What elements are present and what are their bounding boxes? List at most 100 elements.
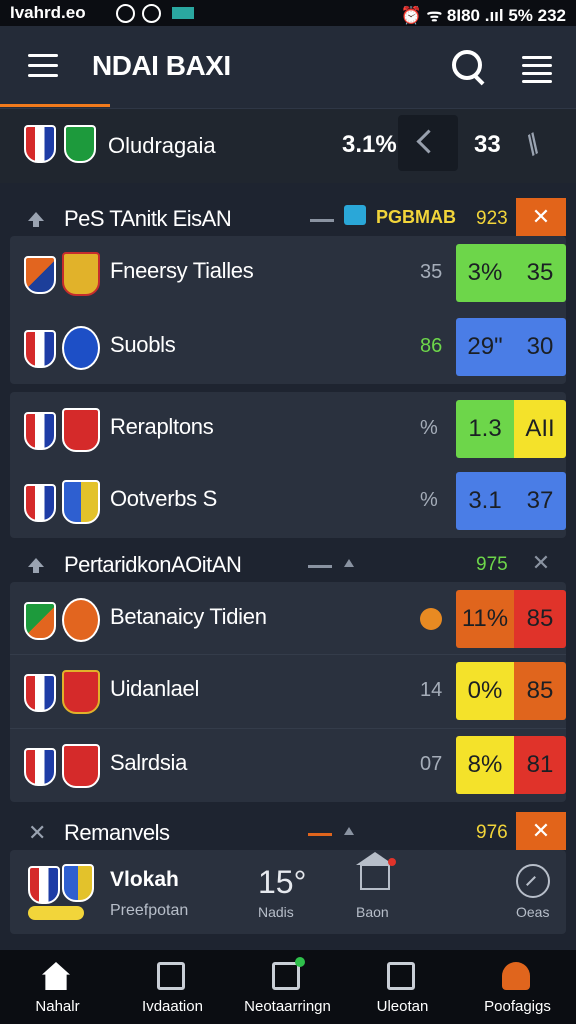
bottom-match-big: 15° bbox=[258, 864, 307, 900]
match-card: Fneersy Tialles 35 3% 35 Suobls 86 29" 3… bbox=[10, 236, 566, 384]
close-button[interactable]: ✕ bbox=[516, 198, 566, 236]
odds-button[interactable]: AII bbox=[514, 400, 566, 458]
odds-button[interactable]: 11% bbox=[456, 590, 514, 648]
whatsapp-icon bbox=[142, 4, 161, 23]
odds-button[interactable]: 0% bbox=[456, 662, 514, 720]
odds-group: 11% 85 bbox=[456, 590, 566, 648]
menu-icon[interactable] bbox=[28, 54, 58, 78]
search-icon[interactable] bbox=[452, 50, 482, 80]
nav-item-2[interactable]: Ivdaation bbox=[115, 950, 230, 1024]
match-name: Uidanlael bbox=[110, 676, 200, 701]
odds-button[interactable]: 30 bbox=[514, 318, 566, 376]
match-name: Rerapltons bbox=[110, 414, 214, 439]
odds-button[interactable]: 29" bbox=[456, 318, 514, 376]
schedule-icon bbox=[157, 962, 185, 990]
nav-item-3[interactable]: Neotaarringn bbox=[230, 950, 345, 1024]
odds-button[interactable]: 1.3 bbox=[456, 400, 514, 458]
match-count: 86 bbox=[420, 335, 443, 357]
odds-button[interactable]: 85 bbox=[514, 590, 566, 648]
section-number: 976 bbox=[476, 822, 508, 843]
bottom-match-sub: Preefpotan bbox=[110, 902, 189, 919]
back-button[interactable] bbox=[398, 115, 458, 171]
app-bar: NDAI BAXI bbox=[0, 26, 576, 108]
clock-icon[interactable] bbox=[516, 864, 550, 898]
featured-match-number: 33 bbox=[474, 131, 501, 158]
list-icon[interactable] bbox=[522, 56, 552, 88]
nav-label: Neotaarringn bbox=[244, 998, 331, 1015]
odds-group: 3.1 37 bbox=[456, 472, 566, 530]
team-crest-icon bbox=[62, 252, 100, 296]
section-flag-text: PGBMAB bbox=[376, 207, 456, 227]
match-name: Salrdsia bbox=[110, 750, 188, 775]
match-row[interactable]: Fneersy Tialles 35 3% 35 bbox=[10, 236, 566, 312]
close-button[interactable]: ✕ bbox=[516, 544, 566, 582]
match-row[interactable]: Salrdsia 07 8% 81 bbox=[10, 728, 566, 804]
app-notification-icon bbox=[172, 7, 194, 19]
match-row[interactable]: Betanaicy Tidien 11% 85 bbox=[10, 582, 566, 658]
featured-match-bar[interactable]: Oludragaia 3.1% 33 ⫽ bbox=[0, 108, 576, 183]
team-crest-icon bbox=[62, 864, 94, 902]
odds-group: 29" 30 bbox=[456, 318, 566, 376]
edit-icon bbox=[272, 957, 305, 990]
team-crest-icon bbox=[28, 866, 60, 904]
section-title: Remanvels bbox=[64, 820, 170, 845]
dash-icon bbox=[308, 565, 332, 568]
profile-icon bbox=[502, 962, 530, 990]
match-row[interactable]: Ootverbs S % 3.1 37 bbox=[10, 464, 566, 540]
bottom-label: Nadis bbox=[258, 904, 294, 920]
odds-group: 3% 35 bbox=[456, 244, 566, 302]
live-icon bbox=[420, 608, 442, 630]
nav-label: Ivdaation bbox=[142, 998, 203, 1015]
odds-button[interactable]: 8% bbox=[456, 736, 514, 794]
nav-label: Uleotan bbox=[376, 998, 429, 1015]
player-avatar bbox=[62, 408, 100, 452]
nav-item-home[interactable]: Nahalr bbox=[0, 950, 115, 1024]
team-crest-icon bbox=[24, 748, 56, 786]
team-crest-icon bbox=[24, 125, 56, 163]
section-title: PeS TAnitk EisAN bbox=[64, 206, 232, 231]
player-avatar bbox=[62, 670, 100, 714]
bottom-label: Oeas bbox=[516, 904, 550, 920]
team-crest-icon bbox=[24, 330, 56, 368]
active-tab-indicator bbox=[0, 104, 110, 107]
match-card: Betanaicy Tidien 11% 85 Uidanlael 14 0% … bbox=[10, 582, 566, 802]
home-icon[interactable] bbox=[356, 852, 396, 890]
odds-button[interactable]: 3.1 bbox=[456, 472, 514, 530]
chevron-left-icon bbox=[416, 129, 441, 154]
match-count: % bbox=[420, 489, 438, 511]
close-button[interactable]: ✕ bbox=[516, 812, 566, 850]
match-row[interactable]: Rerapltons % 1.3 AII bbox=[10, 392, 566, 468]
dash-icon bbox=[310, 219, 334, 222]
flag-icon bbox=[344, 205, 366, 225]
collapse-arrow-icon[interactable] bbox=[28, 558, 44, 573]
team-crest-icon bbox=[24, 412, 56, 450]
odds-button[interactable]: 81 bbox=[514, 736, 566, 794]
team-crest-icon bbox=[62, 598, 100, 642]
odds-button[interactable]: 37 bbox=[514, 472, 566, 530]
app-title: NDAI BAXI bbox=[92, 50, 231, 81]
team-crest-icon bbox=[24, 484, 56, 522]
match-row[interactable]: Suobls 86 29" 30 bbox=[10, 310, 566, 386]
odds-button[interactable]: 85 bbox=[514, 662, 566, 720]
nav-item-5[interactable]: Poofagigs bbox=[460, 950, 575, 1024]
team-crest-icon bbox=[62, 480, 100, 524]
home-icon bbox=[42, 962, 70, 990]
bottom-match-card[interactable]: Vlokah Preefpotan 15° Nadis Baon Oeas bbox=[10, 850, 566, 934]
match-count: 07 bbox=[420, 753, 443, 775]
collapse-arrow-icon[interactable] bbox=[28, 212, 44, 227]
featured-match-name: Oludragaia bbox=[108, 133, 216, 158]
player-avatar bbox=[62, 744, 100, 788]
stats-icon[interactable]: ⫽ bbox=[521, 128, 547, 162]
sort-icon bbox=[344, 827, 354, 835]
match-count: 14 bbox=[420, 679, 443, 701]
notification-icon bbox=[116, 4, 135, 23]
odds-button[interactable]: 35 bbox=[514, 244, 566, 302]
nav-item-4[interactable]: Uleotan bbox=[345, 950, 460, 1024]
match-card: Rerapltons % 1.3 AII Ootverbs S % 3.1 37 bbox=[10, 392, 566, 538]
odds-group: 1.3 AII bbox=[456, 400, 566, 458]
match-row[interactable]: Uidanlael 14 0% 85 bbox=[10, 654, 566, 730]
odds-button[interactable]: 3% bbox=[456, 244, 514, 302]
team-crest-icon bbox=[24, 602, 56, 640]
team-crest-icon bbox=[24, 256, 56, 294]
match-name: Fneersy Tialles bbox=[110, 258, 254, 283]
